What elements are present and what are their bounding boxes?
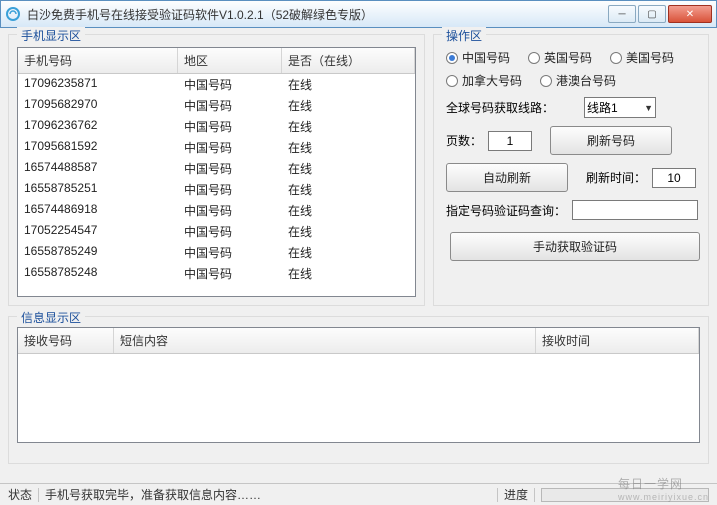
close-button[interactable]: ✕ [668, 5, 712, 23]
cell-online: 在线 [282, 137, 415, 158]
cell-region: 中国号码 [178, 200, 282, 221]
auto-refresh-button[interactable]: 自动刷新 [446, 163, 568, 192]
progress-label: 进度 [504, 486, 528, 503]
refresh-button[interactable]: 刷新号码 [550, 126, 672, 155]
client-area: 手机显示区 手机号码 地区 是否（在线） 17096235871中国号码在线17… [0, 28, 717, 505]
radio-uk[interactable]: 英国号码 [528, 49, 592, 66]
cell-phone: 17052254547 [18, 221, 178, 242]
refresh-time-input[interactable] [652, 168, 696, 188]
cell-region: 中国号码 [178, 179, 282, 200]
cell-region: 中国号码 [178, 263, 282, 284]
radio-hk[interactable]: 港澳台号码 [540, 72, 616, 89]
col-msg[interactable]: 短信内容 [114, 328, 536, 353]
query-label: 指定号码验证码查询： [446, 202, 566, 219]
query-input[interactable] [572, 200, 698, 220]
radio-ca[interactable]: 加拿大号码 [446, 72, 522, 89]
table-row[interactable]: 16558785251中国号码在线 [18, 179, 415, 200]
titlebar: 白沙免费手机号在线接受验证码软件V1.0.2.1（52破解绿色专版） ─ ▢ ✕ [0, 0, 717, 28]
cell-phone: 17095682970 [18, 95, 178, 116]
phone-list-header: 手机号码 地区 是否（在线） [18, 48, 415, 74]
col-online[interactable]: 是否（在线） [282, 48, 415, 73]
ops-group-legend: 操作区 [442, 27, 486, 44]
cell-phone: 17095681592 [18, 137, 178, 158]
table-row[interactable]: 17095681592中国号码在线 [18, 137, 415, 158]
app-icon [5, 6, 21, 22]
radio-cn-label: 中国号码 [462, 49, 510, 66]
table-row[interactable]: 17052254547中国号码在线 [18, 221, 415, 242]
col-region[interactable]: 地区 [178, 48, 282, 73]
window-controls: ─ ▢ ✕ [608, 5, 712, 23]
cell-online: 在线 [282, 179, 415, 200]
col-recv[interactable]: 接收号码 [18, 328, 114, 353]
radio-ca-label: 加拿大号码 [462, 72, 522, 89]
table-row[interactable]: 16574488587中国号码在线 [18, 158, 415, 179]
cell-region: 中国号码 [178, 95, 282, 116]
cell-phone: 17096236762 [18, 116, 178, 137]
watermark-sub: www.meiriyixue.cn [618, 492, 709, 502]
cell-phone: 16574488587 [18, 158, 178, 179]
page-input[interactable] [488, 131, 532, 151]
ops-group: 操作区 中国号码 英国号码 美国号码 加拿大号码 港澳台号码 全球号码获取线路：… [433, 34, 709, 306]
cell-phone: 16558785251 [18, 179, 178, 200]
minimize-button[interactable]: ─ [608, 5, 636, 23]
phone-group-legend: 手机显示区 [17, 27, 85, 44]
window-title: 白沙免费手机号在线接受验证码软件V1.0.2.1（52破解绿色专版） [27, 6, 608, 23]
cell-phone: 16574486918 [18, 200, 178, 221]
radio-hk-label: 港澳台号码 [556, 72, 616, 89]
table-row[interactable]: 16574486918中国号码在线 [18, 200, 415, 221]
cell-phone: 17096235871 [18, 74, 178, 95]
cell-region: 中国号码 [178, 158, 282, 179]
cell-online: 在线 [282, 74, 415, 95]
route-value: 线路1 [587, 99, 618, 116]
phone-display-group: 手机显示区 手机号码 地区 是否（在线） 17096235871中国号码在线17… [8, 34, 425, 306]
cell-online: 在线 [282, 263, 415, 284]
info-list-header: 接收号码 短信内容 接收时间 [18, 328, 699, 354]
cell-online: 在线 [282, 158, 415, 179]
cell-online: 在线 [282, 242, 415, 263]
refresh-time-label: 刷新时间： [586, 169, 646, 186]
col-time[interactable]: 接收时间 [536, 328, 699, 353]
table-row[interactable]: 17095682970中国号码在线 [18, 95, 415, 116]
col-phone[interactable]: 手机号码 [18, 48, 178, 73]
info-group-legend: 信息显示区 [17, 309, 85, 326]
table-row[interactable]: 16558785249中国号码在线 [18, 242, 415, 263]
cell-region: 中国号码 [178, 242, 282, 263]
cell-region: 中国号码 [178, 221, 282, 242]
phone-listview[interactable]: 手机号码 地区 是否（在线） 17096235871中国号码在线17095682… [17, 47, 416, 297]
watermark-main: 每日一学网 [618, 477, 683, 491]
route-label: 全球号码获取线路： [446, 99, 554, 116]
route-select[interactable]: 线路1 ▼ [584, 97, 656, 118]
info-listview[interactable]: 接收号码 短信内容 接收时间 [17, 327, 700, 443]
phone-list-body[interactable]: 17096235871中国号码在线17095682970中国号码在线170962… [18, 74, 415, 297]
status-text: 手机号获取完毕，准备获取信息内容…… [45, 486, 261, 503]
cell-region: 中国号码 [178, 137, 282, 158]
info-group: 信息显示区 接收号码 短信内容 接收时间 [8, 316, 709, 464]
table-row[interactable]: 16558785248中国号码在线 [18, 263, 415, 284]
cell-online: 在线 [282, 95, 415, 116]
radio-cn[interactable]: 中国号码 [446, 49, 510, 66]
cell-online: 在线 [282, 221, 415, 242]
cell-online: 在线 [282, 116, 415, 137]
radio-uk-label: 英国号码 [544, 49, 592, 66]
radio-us[interactable]: 美国号码 [610, 49, 674, 66]
cell-region: 中国号码 [178, 74, 282, 95]
manual-fetch-button[interactable]: 手动获取验证码 [450, 232, 700, 261]
page-label: 页数： [446, 132, 482, 149]
status-bar: 状态 手机号获取完毕，准备获取信息内容…… 进度 [0, 483, 717, 505]
maximize-button[interactable]: ▢ [638, 5, 666, 23]
radio-us-label: 美国号码 [626, 49, 674, 66]
chevron-down-icon: ▼ [644, 103, 653, 113]
cell-phone: 16558785248 [18, 263, 178, 284]
table-row[interactable]: 17096236762中国号码在线 [18, 116, 415, 137]
table-row[interactable]: 17096235871中国号码在线 [18, 74, 415, 95]
cell-online: 在线 [282, 200, 415, 221]
cell-region: 中国号码 [178, 116, 282, 137]
watermark: 每日一学网 www.meiriyixue.cn [618, 475, 709, 502]
cell-phone: 16558785249 [18, 242, 178, 263]
status-label: 状态 [8, 486, 32, 503]
